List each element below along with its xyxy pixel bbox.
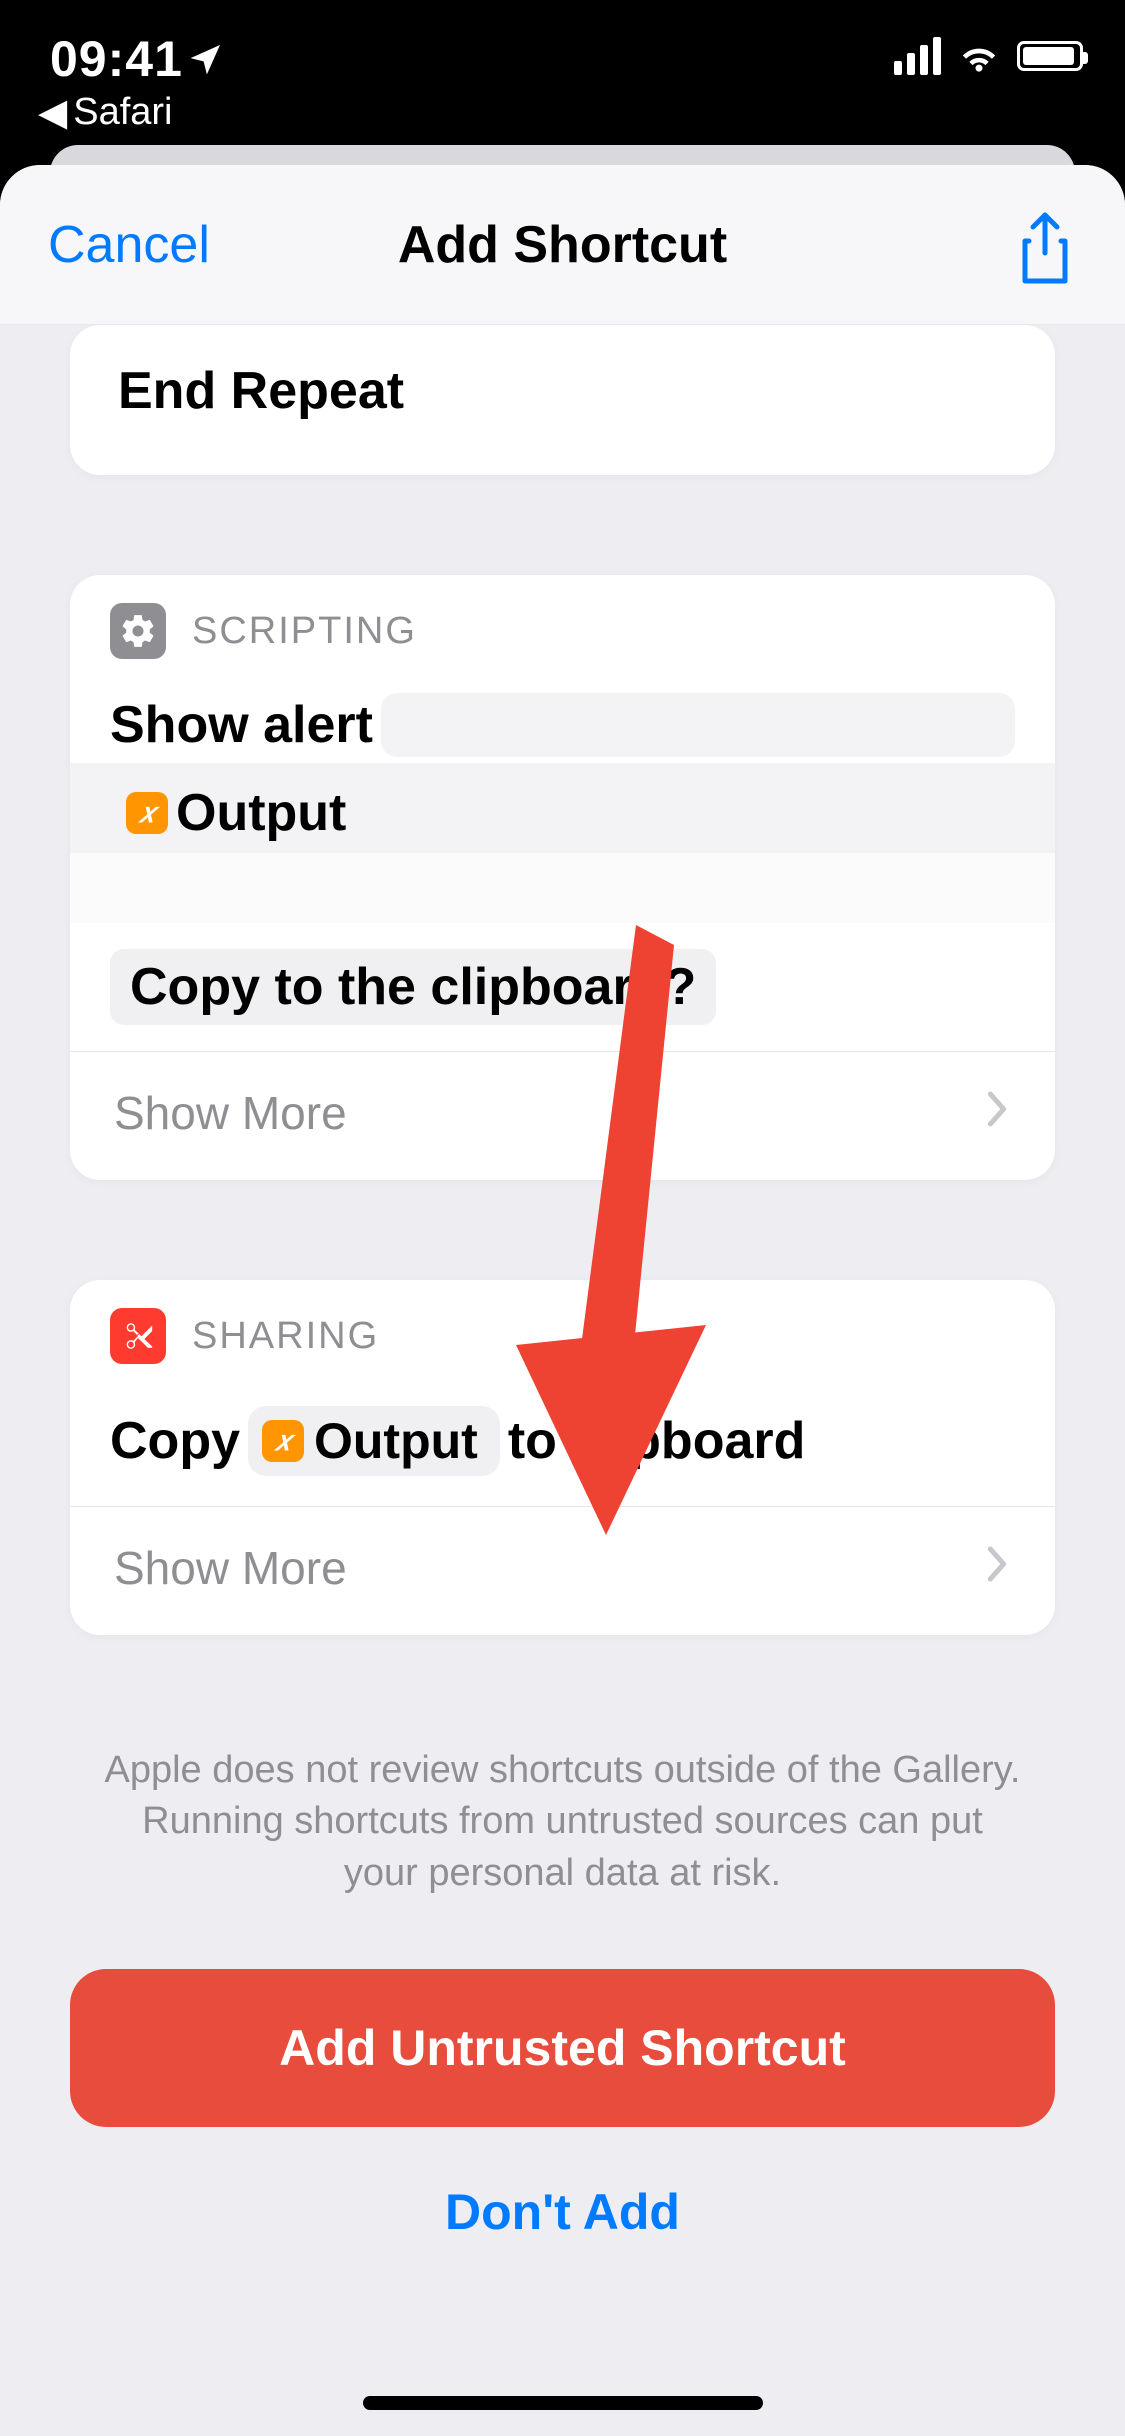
modal-content: End Repeat SCRIPTING Show alert 𝑥 Out xyxy=(0,325,1125,2436)
screen: 09:41 ◀ Safari Cancel Add Shortcut xyxy=(0,0,1125,2436)
cancel-button[interactable]: Cancel xyxy=(48,215,210,275)
sharing-card: SHARING Copy 𝑥 Output to clipboard Show … xyxy=(70,1280,1055,1635)
status-time: 09:41 xyxy=(50,30,221,88)
untrusted-warning-text: Apple does not review shortcuts outside … xyxy=(100,1745,1025,1899)
add-untrusted-shortcut-button[interactable]: Add Untrusted Shortcut xyxy=(70,1969,1055,2127)
scripting-show-more-button[interactable]: Show More xyxy=(70,1052,1055,1180)
status-right xyxy=(894,34,1083,78)
sharing-show-more-button[interactable]: Show More xyxy=(70,1507,1055,1635)
output-variable-label: Output xyxy=(176,783,346,843)
chevron-right-icon xyxy=(983,1541,1011,1595)
copy-prefix-label: Copy xyxy=(110,1411,240,1471)
dont-add-button[interactable]: Don't Add xyxy=(0,2183,1125,2241)
scripting-category-header: SCRIPTING xyxy=(70,575,1055,689)
end-repeat-card[interactable]: End Repeat xyxy=(70,325,1055,475)
output-variable-pill[interactable]: 𝑥 Output xyxy=(248,1406,500,1476)
status-bar: 09:41 ◀ Safari xyxy=(0,0,1125,140)
magic-variable-icon: 𝑥 xyxy=(126,792,168,834)
output-variable-label: Output xyxy=(314,1412,478,1470)
share-icon xyxy=(1015,211,1075,287)
scripting-category-label: SCRIPTING xyxy=(192,610,417,653)
show-more-label: Show More xyxy=(114,1086,347,1140)
alert-message-row[interactable]: 𝑥 Output xyxy=(70,773,1055,853)
time-text: 09:41 xyxy=(50,30,183,88)
home-indicator[interactable] xyxy=(363,2396,763,2410)
show-alert-row[interactable]: Show alert xyxy=(70,689,1055,763)
back-chevron-icon: ◀ xyxy=(38,90,67,135)
show-more-label: Show More xyxy=(114,1541,347,1595)
sharing-category-header: SHARING xyxy=(70,1280,1055,1394)
scripting-card: SCRIPTING Show alert 𝑥 Output Copy to th… xyxy=(70,575,1055,1180)
back-app-label: Safari xyxy=(73,91,172,134)
add-shortcut-modal: Cancel Add Shortcut End Repeat xyxy=(0,165,1125,2436)
modal-header: Cancel Add Shortcut xyxy=(0,165,1125,325)
battery-icon xyxy=(1017,41,1083,71)
show-alert-label: Show alert xyxy=(110,695,373,755)
alert-title-field[interactable] xyxy=(381,693,1015,757)
scissors-icon xyxy=(110,1308,166,1364)
wifi-icon xyxy=(957,34,1001,78)
end-repeat-label: End Repeat xyxy=(118,361,1007,421)
sharing-category-label: SHARING xyxy=(192,1315,379,1358)
copy-question-row[interactable]: Copy to the clipboard? xyxy=(70,923,1055,1051)
gear-icon xyxy=(110,603,166,659)
copy-to-clipboard-row[interactable]: Copy 𝑥 Output to clipboard xyxy=(70,1394,1055,1506)
chevron-right-icon xyxy=(983,1086,1011,1140)
copy-question-text: Copy to the clipboard? xyxy=(110,949,716,1025)
share-button[interactable] xyxy=(1015,211,1075,292)
modal-title: Add Shortcut xyxy=(398,215,727,275)
back-to-app[interactable]: ◀ Safari xyxy=(38,90,173,135)
cellular-icon xyxy=(894,37,941,75)
location-icon xyxy=(191,44,221,74)
copy-suffix-label: to clipboard xyxy=(508,1411,806,1471)
magic-variable-icon: 𝑥 xyxy=(262,1420,304,1462)
